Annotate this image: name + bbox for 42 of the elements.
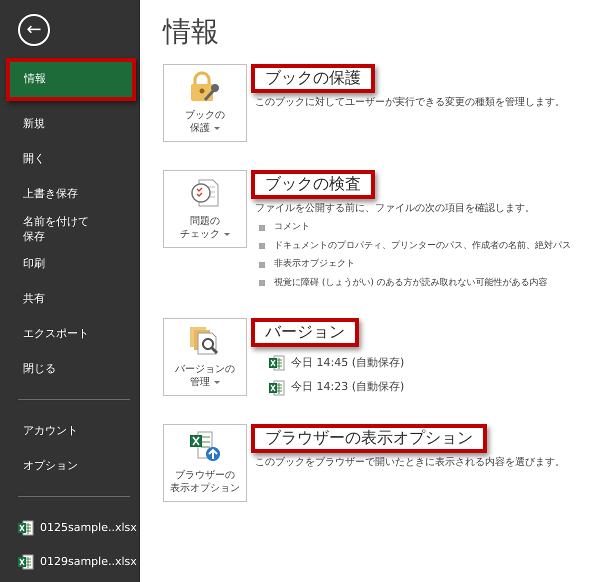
spreadsheet-file-icon	[18, 520, 34, 536]
bullet-text: 非表示オブジェクト	[274, 258, 355, 272]
bullet-text: コメント	[274, 221, 310, 234]
spreadsheet-upload-icon	[188, 429, 222, 464]
back-button[interactable]: ←	[18, 14, 50, 46]
nav-item[interactable]: 情報	[10, 62, 132, 97]
nav-item[interactable]: 共有	[0, 282, 140, 317]
page-title: 情報	[163, 14, 220, 50]
version-entry[interactable]: 今日 14:23 (自動保存)	[291, 379, 404, 396]
nav-item[interactable]: 印刷	[0, 247, 140, 282]
section-button[interactable]: バージョンの 管理	[163, 318, 247, 396]
section-description: ファイルを公開する前に、ファイルの次の項目を確認します。	[255, 202, 536, 216]
bullet-text: 視覚に障碍 (しょうがい) のある方が読み取れない可能性がある内容	[274, 276, 548, 290]
spreadsheet-file-icon	[18, 554, 34, 570]
spreadsheet-file-icon	[269, 355, 285, 372]
bullet-icon	[259, 280, 265, 286]
nav-item[interactable]: エクスポート	[0, 317, 140, 352]
nav-item[interactable]: アカウント	[0, 414, 140, 449]
bullet-icon	[259, 243, 265, 250]
section-button[interactable]: 問題の チェック	[163, 170, 247, 248]
nav-item[interactable]: 新規	[0, 107, 140, 142]
recent-file[interactable]: 0129sample..xlsx	[0, 545, 137, 579]
section-button[interactable]: ブラウザーの 表示オプション	[163, 424, 247, 502]
checklist-document-icon	[189, 177, 221, 210]
section-button[interactable]: ブックの 保護	[163, 64, 247, 142]
nav-item[interactable]: 開く	[0, 142, 140, 177]
bullet-icon	[259, 262, 265, 268]
version-entry[interactable]: 今日 14:45 (自動保存)	[291, 354, 404, 372]
section-description: このブックに対してユーザーが実行できる変更の種類を管理します。	[255, 96, 565, 110]
section-description: このブックをブラウザーで開いたときに表示される内容を選びます。	[255, 456, 565, 470]
nav-item[interactable]: 閉じる	[0, 352, 140, 387]
nav-item[interactable]: 上書き保存	[0, 177, 140, 212]
section-title: ブラウザーの表示オプション	[264, 428, 474, 449]
section-title: バージョン	[264, 322, 346, 343]
nav-item[interactable]: オプション	[0, 449, 140, 484]
bullet-text: ドキュメントのプロパティ、プリンターのパス、作成者の名前、絶対パス	[274, 240, 571, 253]
nav-item[interactable]: 名前を付けて 保存	[0, 212, 140, 247]
bullet-icon	[259, 224, 265, 231]
section-title: ブックの保護	[264, 68, 362, 90]
spreadsheet-file-icon	[269, 380, 285, 396]
section-title: ブックの検査	[264, 174, 362, 196]
recent-file[interactable]: 0125sample..xlsx	[0, 511, 137, 545]
